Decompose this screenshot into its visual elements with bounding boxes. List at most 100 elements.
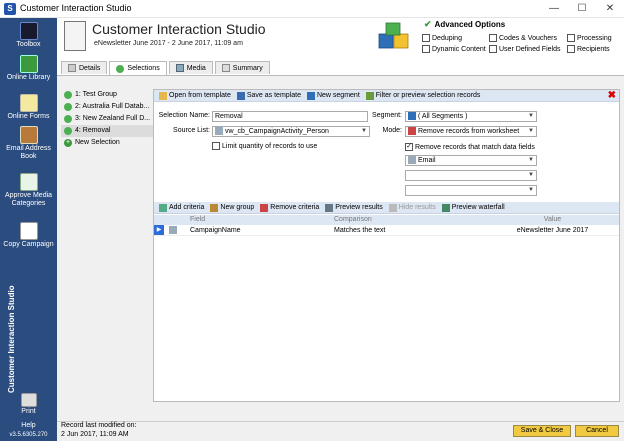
source-list-select[interactable]: vw_cb_CampaignActivity_Person ▼ bbox=[212, 126, 370, 137]
last-modified-value: 2 Jun 2017, 11:09 AM bbox=[61, 431, 129, 438]
cancel-button[interactable]: Cancel bbox=[575, 425, 619, 437]
remove-criteria-button[interactable]: Remove criteria bbox=[258, 203, 321, 212]
open-template-button[interactable]: Open from template bbox=[157, 91, 233, 100]
selection-toolbar: Open from template Save as template New … bbox=[154, 90, 619, 102]
match-field-select-2[interactable]: ▼ bbox=[405, 170, 537, 181]
filter-preview-button[interactable]: Filter or preview selection records bbox=[364, 91, 483, 100]
app-icon: S bbox=[4, 3, 16, 15]
criteria-toolbar: Add criteria New group Remove criteria P… bbox=[154, 202, 619, 214]
version-label: v3.5.6305.270 bbox=[9, 432, 48, 438]
new-selection-button[interactable]: + New Selection bbox=[61, 137, 153, 149]
sidebar-item-label: Print bbox=[21, 408, 36, 415]
criteria-grid: Field Comparison Value ▶ CampaignName Ma… bbox=[154, 215, 619, 236]
group-icon bbox=[64, 103, 72, 111]
option-user-defined-fields[interactable]: User Defined Fields bbox=[489, 45, 560, 53]
option-dynamic-content[interactable]: Dynamic Content bbox=[422, 45, 486, 53]
close-button[interactable]: ✕ bbox=[596, 0, 624, 18]
tab-summary[interactable]: Summary bbox=[214, 61, 270, 74]
column-comparison: Comparison bbox=[334, 216, 372, 223]
selection-panel: Open from template Save as template New … bbox=[153, 89, 620, 402]
sidebar-item-online-forms[interactable]: Online Forms bbox=[0, 94, 57, 121]
sidebar-item-toolbox[interactable]: Toolbox bbox=[0, 22, 57, 49]
column-value: Value bbox=[543, 216, 562, 223]
checkbox[interactable] bbox=[489, 45, 497, 53]
save-icon bbox=[236, 91, 245, 100]
match-field-select-1[interactable]: Email ▼ bbox=[405, 155, 537, 166]
preview-results-button[interactable]: Preview results bbox=[323, 203, 384, 212]
checkbox[interactable] bbox=[422, 34, 430, 42]
waterfall-icon bbox=[441, 203, 450, 212]
people-icon bbox=[116, 64, 125, 73]
preview-waterfall-button[interactable]: Preview waterfall bbox=[440, 203, 507, 212]
tab-bar: Details Selections Media Summary bbox=[61, 61, 272, 75]
sidebar-item-copy-campaign[interactable]: Copy Campaign bbox=[0, 222, 57, 249]
sidebar-item-print[interactable]: Print bbox=[0, 393, 57, 416]
tab-media[interactable]: Media bbox=[168, 61, 213, 74]
cell-value[interactable]: eNewsletter June 2017 bbox=[486, 225, 619, 235]
grid-field-icon bbox=[169, 226, 177, 234]
chevron-down-icon: ▼ bbox=[528, 187, 534, 193]
preview-icon bbox=[325, 203, 334, 212]
checkbox[interactable] bbox=[567, 45, 575, 53]
sidebar-item-online-library[interactable]: Online Library bbox=[0, 55, 57, 82]
cubes-icon bbox=[378, 22, 409, 49]
new-segment-button[interactable]: New segment bbox=[305, 91, 362, 100]
plus-icon: + bbox=[64, 139, 72, 147]
match-field-select-3[interactable]: ▼ bbox=[405, 185, 537, 196]
match-fields-checkbox[interactable]: ✓ Remove records that match data fields bbox=[405, 143, 535, 151]
cell-comparison[interactable]: Matches the text bbox=[332, 225, 486, 235]
delete-icon[interactable]: ✖ bbox=[608, 90, 616, 102]
page-title: Customer Interaction Studio bbox=[92, 21, 266, 37]
toolbox-icon bbox=[19, 22, 38, 40]
printer-icon bbox=[20, 393, 37, 407]
segment-label: Segment: bbox=[372, 112, 402, 119]
row-selector-icon: ▶ bbox=[154, 225, 164, 235]
selection-name-input[interactable]: Removal bbox=[212, 111, 368, 122]
list-item[interactable]: 3: New Zealand Full D... bbox=[61, 113, 153, 125]
save-template-button[interactable]: Save as template bbox=[235, 91, 303, 100]
table-icon bbox=[215, 127, 223, 136]
save-close-button[interactable]: Save & Close bbox=[513, 425, 571, 437]
table-row[interactable]: ▶ CampaignName Matches the text eNewslet… bbox=[154, 225, 619, 236]
checkbox[interactable] bbox=[489, 34, 497, 42]
option-recipients[interactable]: Recipients bbox=[567, 45, 610, 53]
new-group-button[interactable]: New group bbox=[208, 203, 256, 212]
option-processing[interactable]: Processing bbox=[567, 34, 612, 42]
segment-icon bbox=[408, 112, 416, 121]
checkbox-checked[interactable]: ✓ bbox=[405, 143, 413, 151]
limit-quantity-checkbox[interactable]: Limit quantity of records to use bbox=[212, 142, 317, 150]
list-item[interactable]: 4: Removal bbox=[61, 125, 153, 137]
sidebar-item-address-book[interactable]: Email Address Book bbox=[0, 126, 57, 161]
column-field: Field bbox=[190, 216, 206, 223]
mode-label: Mode: bbox=[382, 127, 402, 134]
sidebar-item-approve-media[interactable]: Approve Media Categories bbox=[0, 173, 57, 208]
last-modified-label: Record last modified on: bbox=[61, 422, 137, 429]
chevron-down-icon: ▼ bbox=[528, 172, 534, 178]
checkbox[interactable] bbox=[422, 45, 430, 53]
cell-field[interactable]: CampaignName bbox=[182, 225, 332, 235]
option-codes-vouchers[interactable]: Codes & Vouchers bbox=[489, 34, 557, 42]
copy-icon bbox=[19, 222, 38, 240]
checkbox[interactable] bbox=[212, 142, 220, 150]
tab-details[interactable]: Details bbox=[61, 61, 108, 74]
minimize-button[interactable]: — bbox=[540, 0, 568, 18]
list-item[interactable]: 1: Test Group bbox=[61, 89, 153, 101]
checkbox[interactable] bbox=[567, 34, 575, 42]
segment-select[interactable]: ( All Segments ) ▼ bbox=[405, 111, 537, 122]
hide-results-button[interactable]: Hide results bbox=[387, 203, 438, 212]
list-item[interactable]: 2: Australia Full Datab... bbox=[61, 101, 153, 113]
sidebar-item-help[interactable]: Help bbox=[0, 422, 57, 430]
media-icon bbox=[175, 64, 184, 72]
maximize-button[interactable]: ☐ bbox=[568, 0, 596, 18]
tab-selections[interactable]: Selections bbox=[109, 61, 167, 75]
advanced-options-title: ✔ Advanced Options bbox=[424, 19, 506, 29]
mode-select[interactable]: Remove records from worksheet ▼ bbox=[405, 126, 537, 137]
option-deduping[interactable]: Deduping bbox=[422, 34, 462, 42]
selection-name-label: Selection Name: bbox=[158, 112, 210, 119]
group-icon bbox=[64, 115, 72, 123]
segment-icon bbox=[306, 91, 315, 100]
selection-list: 1: Test Group 2: Australia Full Datab...… bbox=[61, 89, 153, 153]
add-criteria-button[interactable]: Add criteria bbox=[157, 203, 206, 212]
address-book-icon bbox=[19, 126, 38, 144]
chevron-down-icon: ▼ bbox=[528, 128, 534, 134]
